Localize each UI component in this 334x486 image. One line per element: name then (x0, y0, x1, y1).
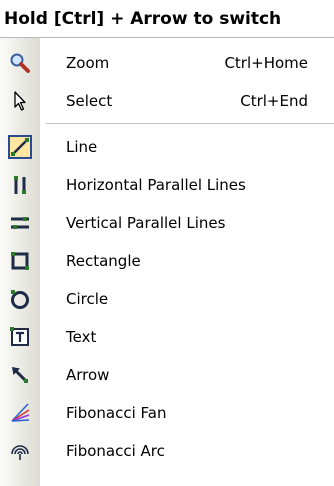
menu-item-label: Line (66, 138, 98, 156)
cursor-arrow-icon (8, 89, 32, 113)
horizontal-parallel-lines-icon (8, 173, 32, 197)
menu-item-arrow[interactable]: Arrow (0, 356, 334, 394)
menu-item-zoom[interactable]: Zoom Ctrl+Home (0, 44, 334, 82)
zoom-magnifier-icon (8, 51, 32, 75)
menu-item-line[interactable]: Line (0, 128, 334, 166)
menu-separator (46, 123, 334, 124)
menu-item-rectangle[interactable]: Rectangle (0, 242, 334, 280)
menu-item-circle[interactable]: Circle (0, 280, 334, 318)
menu-item-label: Fibonacci Fan (66, 404, 167, 422)
fibonacci-fan-icon (8, 401, 32, 425)
line-icon (8, 135, 32, 159)
menu-item-label: Vertical Parallel Lines (66, 214, 226, 232)
menu-item-label: Arrow (66, 366, 110, 384)
menu-items: Zoom Ctrl+Home Select Ctrl+End Line Hori… (0, 44, 334, 470)
menu-item-label: Horizontal Parallel Lines (66, 176, 246, 194)
menu-header: Hold [Ctrl] + Arrow to switch (0, 0, 334, 38)
menu-item-vertical-parallel-lines[interactable]: Vertical Parallel Lines (0, 204, 334, 242)
menu-item-label: Zoom (66, 54, 110, 72)
menu-item-label: Fibonacci Arc (66, 442, 165, 460)
arrow-icon (8, 363, 32, 387)
context-menu: Hold [Ctrl] + Arrow to switch Zoom Ctrl+… (0, 0, 334, 486)
menu-item-label: Rectangle (66, 252, 141, 270)
rectangle-icon (8, 249, 32, 273)
shortcut-label: Ctrl+Home (224, 54, 308, 72)
menu-item-label: Text (66, 328, 97, 346)
menu-item-fibonacci-fan[interactable]: Fibonacci Fan (0, 394, 334, 432)
menu-item-horizontal-parallel-lines[interactable]: Horizontal Parallel Lines (0, 166, 334, 204)
menu-item-select[interactable]: Select Ctrl+End (0, 82, 334, 120)
shortcut-label: Ctrl+End (240, 92, 308, 110)
menu-item-label: Circle (66, 290, 109, 308)
menu-item-fibonacci-arc[interactable]: Fibonacci Arc (0, 432, 334, 470)
fibonacci-arc-icon (8, 439, 32, 463)
circle-icon (8, 287, 32, 311)
menu-item-text[interactable]: Text (0, 318, 334, 356)
text-icon (8, 325, 32, 349)
menu-item-label: Select (66, 92, 113, 110)
vertical-parallel-lines-icon (8, 211, 32, 235)
